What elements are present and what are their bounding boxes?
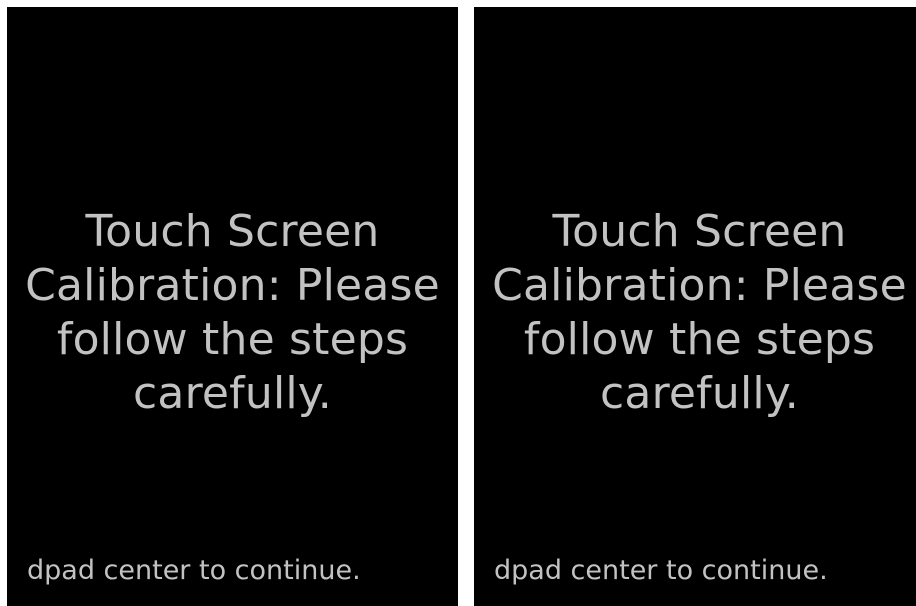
continue-hint-text: dpad center to continue. xyxy=(27,555,361,586)
continue-hint-text: dpad center to continue. xyxy=(494,555,828,586)
calibration-instructions-text: Touch Screen Calibration: Please follow … xyxy=(492,206,907,419)
calibration-screen-left[interactable]: Touch Screen Calibration: Please follow … xyxy=(7,7,458,606)
calibration-instructions-text: Touch Screen Calibration: Please follow … xyxy=(25,206,440,419)
calibration-screen-right[interactable]: Touch Screen Calibration: Please follow … xyxy=(474,7,916,606)
